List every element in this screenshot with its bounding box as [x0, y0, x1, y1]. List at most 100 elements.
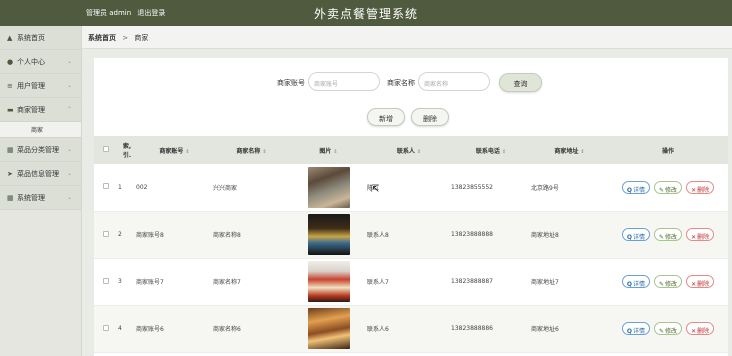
name-label: 商家名称: [387, 79, 415, 87]
row-name: 商家名称8: [213, 211, 290, 259]
account-label: 商家账号: [277, 79, 305, 87]
header-account[interactable]: 商家账号 ⇕: [136, 136, 213, 164]
query-button[interactable]: 查询: [499, 73, 542, 92]
close-icon: ✕: [691, 234, 697, 241]
name-search-input[interactable]: 商家名称: [418, 72, 490, 91]
close-icon: ✕: [691, 281, 697, 288]
row-phone: 13823888886: [451, 305, 531, 353]
breadcrumb-home[interactable]: 系统首页: [88, 34, 116, 42]
table-row: 4 商家账号6 商家名称6 联系人6 13823888886 商家地址6 Q详情…: [94, 305, 728, 353]
merchant-image: [307, 166, 350, 208]
row-checkbox[interactable]: [94, 211, 118, 259]
home-icon: ▲: [7, 33, 13, 42]
header-image[interactable]: 图片 ⇕: [290, 136, 367, 164]
row-actions: Q详情 ✎修改 ✕删除: [608, 305, 728, 353]
sort-icon: ⇕: [185, 148, 190, 155]
sort-icon: ⇕: [416, 148, 422, 155]
chevron-down-icon: ⌄: [66, 194, 72, 201]
sort-icon: ⇕: [580, 148, 585, 155]
row-address: 商家地址8: [531, 211, 608, 259]
detail-button[interactable]: Q详情: [621, 180, 651, 194]
delete-button[interactable]: ✕删除: [686, 180, 715, 194]
row-actions: Q详情 ✎修改 ✕删除: [608, 258, 728, 306]
app-title: 外卖点餐管理系统: [313, 7, 418, 21]
row-checkbox[interactable]: [94, 258, 118, 306]
pencil-icon: ✎: [659, 234, 665, 241]
row-address: 商家地址7: [531, 258, 608, 306]
account-search-input[interactable]: 商家账号: [308, 72, 380, 91]
row-checkbox[interactable]: [94, 305, 118, 353]
row-phone: 13823855552: [451, 164, 531, 212]
table-row: 2 商家账号8 商家名称8 联系人8 13823888888 商家地址8 Q详情…: [94, 211, 728, 259]
row-image-cell: [290, 305, 367, 353]
sidebar-item-label: 菜品分类管理: [17, 145, 59, 154]
sidebar-item-label: 个人中心: [17, 57, 45, 66]
sidebar-item-merchants[interactable]: ▬ 商家管理 ⌃: [0, 98, 81, 122]
header-address[interactable]: 商家地址 ⇕: [531, 136, 608, 164]
sidebar-subitem-merchant[interactable]: 商家: [0, 122, 81, 138]
sidebar-item-home[interactable]: ▲ 系统首页: [0, 26, 81, 50]
add-button[interactable]: 新增: [367, 108, 405, 126]
sort-icon: ⇕: [333, 148, 338, 155]
pencil-icon: ✎: [659, 328, 665, 335]
bulk-delete-button[interactable]: 删除: [411, 108, 449, 126]
edit-button[interactable]: ✎修改: [654, 275, 683, 288]
row-name: 兴兴商家: [213, 164, 290, 212]
chevron-down-icon: ⌄: [66, 58, 72, 65]
search-icon: Q: [626, 234, 632, 241]
sidebar-item-dish-info[interactable]: ➤ 菜品信息管理 ⌄: [0, 162, 81, 186]
header-name[interactable]: 商家名称 ⇕: [213, 136, 290, 164]
sidebar-item-profile[interactable]: ● 个人中心 ⌄: [0, 50, 81, 74]
header-phone[interactable]: 联系电话 ⇕: [451, 136, 531, 164]
row-contact: 联系人8: [367, 211, 451, 259]
row-name: 商家名称7: [213, 258, 290, 306]
close-icon: ✕: [691, 186, 697, 194]
row-address: 商家地址6: [531, 305, 608, 353]
grid-icon: ▦: [7, 193, 14, 202]
row-index: 1: [118, 164, 136, 212]
row-contact: 联系人7: [367, 258, 451, 306]
row-phone: 13823888888: [451, 211, 531, 259]
breadcrumb: 系统首页 > 商家: [82, 26, 732, 49]
pencil-icon: ✎: [659, 186, 665, 194]
row-account: 商家账号7: [136, 258, 213, 306]
row-account: 商家账号8: [136, 211, 213, 259]
sidebar-item-label: 系统首页: [17, 33, 45, 42]
breadcrumb-separator: >: [122, 34, 129, 42]
row-checkbox[interactable]: [94, 164, 118, 212]
edit-button[interactable]: ✎修改: [654, 228, 683, 241]
chevron-down-icon: ⌄: [66, 82, 72, 89]
sidebar-item-label: 系统管理: [17, 193, 45, 202]
row-image-cell: [290, 211, 367, 259]
edit-button[interactable]: ✎修改: [654, 322, 683, 335]
merchant-image: [307, 308, 350, 349]
detail-button[interactable]: Q详情: [621, 228, 651, 241]
sidebar: ▲ 系统首页 ● 个人中心 ⌄ ≡ 用户管理 ⌄ ▬ 商家管理 ⌃ 商家 ▦ 菜…: [0, 26, 82, 356]
top-bar: 管理员 admin 退出登录 外卖点餐管理系统: [0, 0, 732, 26]
delete-button[interactable]: ✕删除: [686, 322, 715, 335]
merchant-image: [307, 214, 350, 255]
sort-icon: ⇕: [501, 148, 507, 155]
sidebar-item-dish-categories[interactable]: ▦ 菜品分类管理 ⌄: [0, 138, 81, 162]
send-icon: ➤: [7, 169, 13, 178]
row-actions: Q详情 ✎修改 ✕删除: [608, 211, 728, 259]
row-name: 商家名称6: [213, 305, 290, 353]
sort-icon: ⇕: [262, 148, 267, 155]
detail-button[interactable]: Q详情: [621, 322, 651, 335]
header-index: 索, 引.: [118, 136, 136, 164]
delete-button[interactable]: ✕删除: [686, 275, 715, 288]
delete-button[interactable]: ✕删除: [686, 228, 715, 241]
edit-button[interactable]: ✎修改: [654, 180, 683, 194]
table-header-row: 索, 引. 商家账号 ⇕ 商家名称 ⇕ 图片 ⇕ 联系人 ⇕ 联系电话 ⇕ 商家地址 ⇕ 操作: [94, 136, 728, 164]
search-bar: 商家账号 商家账号 商家名称 商家名称: [94, 72, 728, 92]
table-row: 1 002 兴兴商家 陈红 13823855552 北京路9号 Q详情 ✎修改 …: [94, 164, 728, 212]
row-account: 商家账号6: [136, 305, 213, 353]
sidebar-item-users[interactable]: ≡ 用户管理 ⌄: [0, 74, 81, 98]
detail-button[interactable]: Q详情: [621, 275, 651, 288]
pencil-icon: ✎: [659, 281, 665, 288]
row-image-cell: [290, 164, 367, 212]
select-all-checkbox[interactable]: [94, 136, 118, 164]
row-index: 4: [118, 305, 136, 353]
header-contact[interactable]: 联系人 ⇕: [367, 136, 451, 164]
sidebar-item-system[interactable]: ▦ 系统管理 ⌄: [0, 186, 81, 210]
